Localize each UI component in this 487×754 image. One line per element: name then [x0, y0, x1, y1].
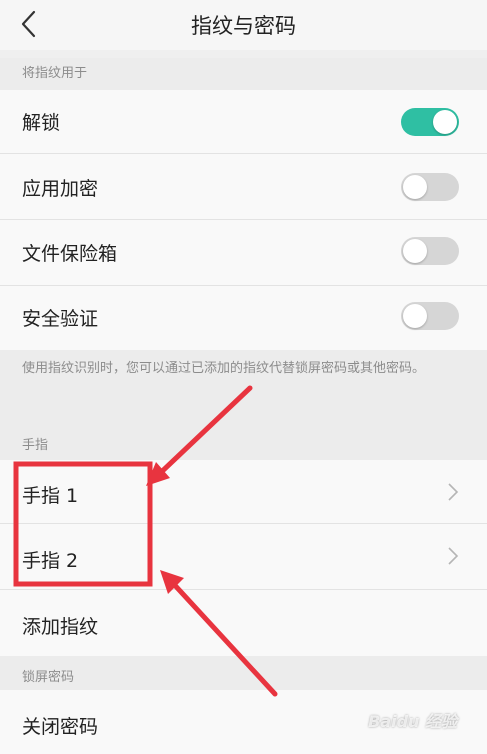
setting-label: 解锁 — [22, 112, 61, 134]
finger-item-1[interactable]: 手指 1 — [0, 460, 487, 524]
toggle-knob — [433, 110, 457, 134]
unlock-toggle[interactable] — [401, 108, 459, 136]
setting-label: 安全验证 — [22, 308, 99, 330]
setting-label: 文件保险箱 — [22, 243, 118, 265]
section-header-lock-password: 锁屏密码 — [0, 656, 487, 690]
app-encryption-toggle[interactable] — [401, 173, 459, 201]
setting-row-security-verification[interactable]: 安全验证 — [0, 286, 487, 350]
setting-row-file-safe[interactable]: 文件保险箱 — [0, 220, 487, 286]
chevron-right-icon — [448, 483, 459, 501]
fingerprint-description: 使用指纹识别时，您可以通过已添加的指纹代替锁屏密码或其他密码。 — [0, 350, 487, 426]
setting-row-unlock[interactable]: 解锁 — [0, 90, 487, 154]
setting-label: 关闭密码 — [22, 716, 99, 738]
toggle-knob — [403, 304, 427, 328]
finger-item-2[interactable]: 手指 2 — [0, 524, 487, 590]
toggle-knob — [403, 239, 427, 263]
add-fingerprint-label: 添加指纹 — [22, 616, 99, 638]
add-fingerprint-row[interactable]: 添加指纹 — [0, 590, 487, 656]
section-header-fingerprint-use: 将指纹用于 — [0, 58, 487, 90]
security-verification-toggle[interactable] — [401, 302, 459, 330]
setting-label: 应用加密 — [22, 178, 99, 200]
finger-label: 手指 1 — [22, 485, 79, 507]
watermark-logo: Baidu 经验 — [368, 712, 457, 731]
file-safe-toggle[interactable] — [401, 237, 459, 265]
section-header-fingers: 手指 — [0, 426, 487, 460]
chevron-right-icon — [448, 547, 459, 565]
navigation-bar: 指纹与密码 — [0, 0, 487, 50]
finger-label: 手指 2 — [22, 550, 79, 572]
toggle-knob — [403, 175, 427, 199]
setting-row-app-encryption[interactable]: 应用加密 — [0, 154, 487, 220]
page-title: 指纹与密码 — [191, 14, 296, 38]
